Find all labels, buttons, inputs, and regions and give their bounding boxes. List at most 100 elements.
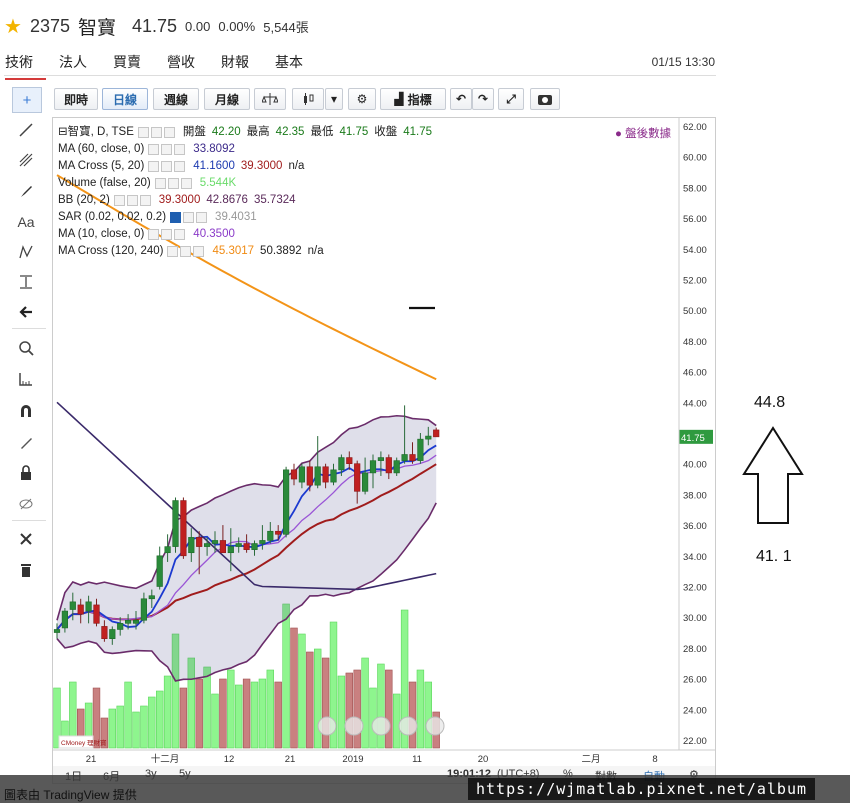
legend-indicator-row[interactable]: MA (60, close, 0) 33.8092 bbox=[58, 141, 432, 158]
candle-body[interactable] bbox=[125, 619, 132, 624]
candle-body[interactable] bbox=[290, 469, 298, 480]
fullscreen-icon[interactable]: ⤢ bbox=[498, 88, 524, 110]
brush-icon[interactable] bbox=[12, 179, 40, 203]
magnet-icon[interactable] bbox=[12, 399, 40, 423]
candle-body[interactable] bbox=[259, 540, 266, 544]
lock-icon[interactable] bbox=[12, 461, 40, 485]
zoom-in-icon[interactable] bbox=[398, 716, 418, 736]
legend-control-icon[interactable] bbox=[139, 195, 151, 206]
zoom-icon[interactable] bbox=[12, 336, 40, 360]
candle-body[interactable] bbox=[211, 540, 219, 544]
zoom-in-minus-icon[interactable] bbox=[344, 716, 364, 736]
candle-body[interactable] bbox=[164, 546, 171, 554]
candle-body[interactable] bbox=[85, 601, 92, 612]
legend-control-icon[interactable] bbox=[167, 246, 179, 257]
candle-body[interactable] bbox=[354, 463, 361, 492]
legend-control-icon[interactable] bbox=[161, 161, 173, 172]
legend-indicator-row[interactable]: Volume (false, 20) 5.544K bbox=[58, 175, 432, 192]
undo-icon[interactable]: ↶ bbox=[450, 88, 472, 110]
candle-style-icon[interactable] bbox=[292, 88, 324, 110]
collapse-icon[interactable]: ⊟ bbox=[58, 124, 68, 141]
fib-icon[interactable] bbox=[12, 148, 40, 172]
stay-draw-icon[interactable] bbox=[12, 430, 40, 454]
candle-body[interactable] bbox=[53, 629, 61, 633]
candle-body[interactable] bbox=[314, 466, 321, 486]
legend-control-icon[interactable] bbox=[163, 127, 175, 138]
legend-control-icon[interactable] bbox=[174, 229, 186, 240]
legend-control-icon[interactable] bbox=[126, 195, 138, 206]
legend-indicator-row[interactable]: MA Cross (120, 240) 45.3017 50.3892 n/a bbox=[58, 243, 432, 260]
candle-body[interactable] bbox=[267, 530, 274, 541]
weekly-button[interactable]: 週線 bbox=[153, 88, 199, 110]
candle-body[interactable] bbox=[109, 629, 116, 639]
candle-body[interactable] bbox=[93, 604, 100, 624]
candle-body[interactable] bbox=[117, 623, 124, 630]
candle-body[interactable] bbox=[385, 457, 392, 474]
candle-body[interactable] bbox=[188, 537, 195, 554]
candle-body[interactable] bbox=[361, 472, 369, 492]
candle-body[interactable] bbox=[251, 543, 258, 550]
crosshair-icon[interactable]: + bbox=[12, 87, 42, 113]
ruler-icon[interactable] bbox=[12, 367, 40, 391]
legend-control-icon[interactable] bbox=[148, 229, 160, 240]
legend-control-icon[interactable] bbox=[148, 144, 160, 155]
candle-body[interactable] bbox=[148, 595, 155, 600]
candle-body[interactable] bbox=[298, 466, 306, 483]
chevron-down-icon[interactable]: ▾ bbox=[325, 88, 343, 110]
legend-control-icon[interactable] bbox=[137, 127, 149, 138]
candle-body[interactable] bbox=[369, 460, 377, 474]
candle-body[interactable] bbox=[425, 435, 432, 440]
legend-indicator-row[interactable]: MA Cross (5, 20) 41.1600 39.3000 n/a bbox=[58, 158, 432, 175]
legend-control-icon[interactable] bbox=[174, 144, 186, 155]
candle-body[interactable] bbox=[306, 466, 313, 486]
legend-control-icon[interactable] bbox=[183, 212, 195, 223]
candle-body[interactable] bbox=[219, 540, 227, 554]
legend-control-icon[interactable] bbox=[170, 212, 182, 223]
candle-body[interactable] bbox=[338, 457, 345, 471]
measure-icon[interactable] bbox=[12, 270, 40, 294]
candle-body[interactable] bbox=[69, 601, 76, 610]
legend-control-icon[interactable] bbox=[196, 212, 208, 223]
candle-body[interactable] bbox=[433, 429, 440, 438]
pattern-icon[interactable] bbox=[12, 240, 40, 264]
candle-body[interactable] bbox=[401, 454, 408, 461]
candle-body[interactable] bbox=[346, 457, 353, 464]
legend-control-icon[interactable] bbox=[148, 161, 160, 172]
zoom-out-icon[interactable] bbox=[317, 716, 337, 736]
legend-control-icon[interactable] bbox=[113, 195, 125, 206]
candle-body[interactable] bbox=[377, 457, 385, 461]
trend-line-icon[interactable] bbox=[12, 118, 40, 142]
candle-body[interactable] bbox=[417, 438, 424, 461]
post-market-label[interactable]: ● 盤後數據 bbox=[615, 125, 671, 141]
legend-control-icon[interactable] bbox=[150, 127, 162, 138]
candle-body[interactable] bbox=[330, 469, 337, 483]
legend-control-icon[interactable] bbox=[180, 178, 192, 189]
camera-icon[interactable] bbox=[530, 88, 560, 110]
legend-main-series[interactable]: ⊟ 智寶, D, TSE 開盤 42.20 最高 42.35 最低 41.75 收盤 41.75 bbox=[58, 124, 432, 141]
star-icon[interactable]: ★ bbox=[4, 14, 22, 39]
text-icon[interactable]: Aa bbox=[12, 210, 40, 234]
legend-indicator-row[interactable]: BB (20, 2) 39.3000 42.8676 35.7324 bbox=[58, 192, 432, 209]
candle-body[interactable] bbox=[409, 454, 416, 461]
candle-body[interactable] bbox=[196, 537, 203, 547]
legend-indicator-row[interactable]: MA (10, close, 0) 40.3500 bbox=[58, 226, 432, 243]
candle-body[interactable] bbox=[322, 466, 329, 483]
candle-body[interactable] bbox=[172, 500, 179, 547]
candle-body[interactable] bbox=[283, 469, 290, 535]
candle-body[interactable] bbox=[101, 626, 108, 639]
intraday-button[interactable]: 即時 bbox=[54, 88, 98, 110]
scroll-right-icon[interactable] bbox=[425, 716, 445, 736]
legend-control-icon[interactable] bbox=[180, 246, 192, 257]
candle-body[interactable] bbox=[393, 460, 400, 474]
candle-body[interactable] bbox=[156, 555, 163, 587]
legend-control-icon[interactable] bbox=[161, 229, 173, 240]
indicators-button[interactable]: ▟ 指標 bbox=[380, 88, 446, 110]
daily-button[interactable]: 日線 bbox=[102, 88, 148, 110]
hide-icon[interactable] bbox=[12, 492, 40, 516]
arrow-left-icon[interactable] bbox=[12, 300, 40, 324]
legend-control-icon[interactable] bbox=[154, 178, 166, 189]
candle-body[interactable] bbox=[180, 500, 187, 557]
candle-body[interactable] bbox=[235, 543, 242, 547]
remove-tools-icon[interactable] bbox=[12, 527, 40, 551]
legend-control-icon[interactable] bbox=[161, 144, 173, 155]
